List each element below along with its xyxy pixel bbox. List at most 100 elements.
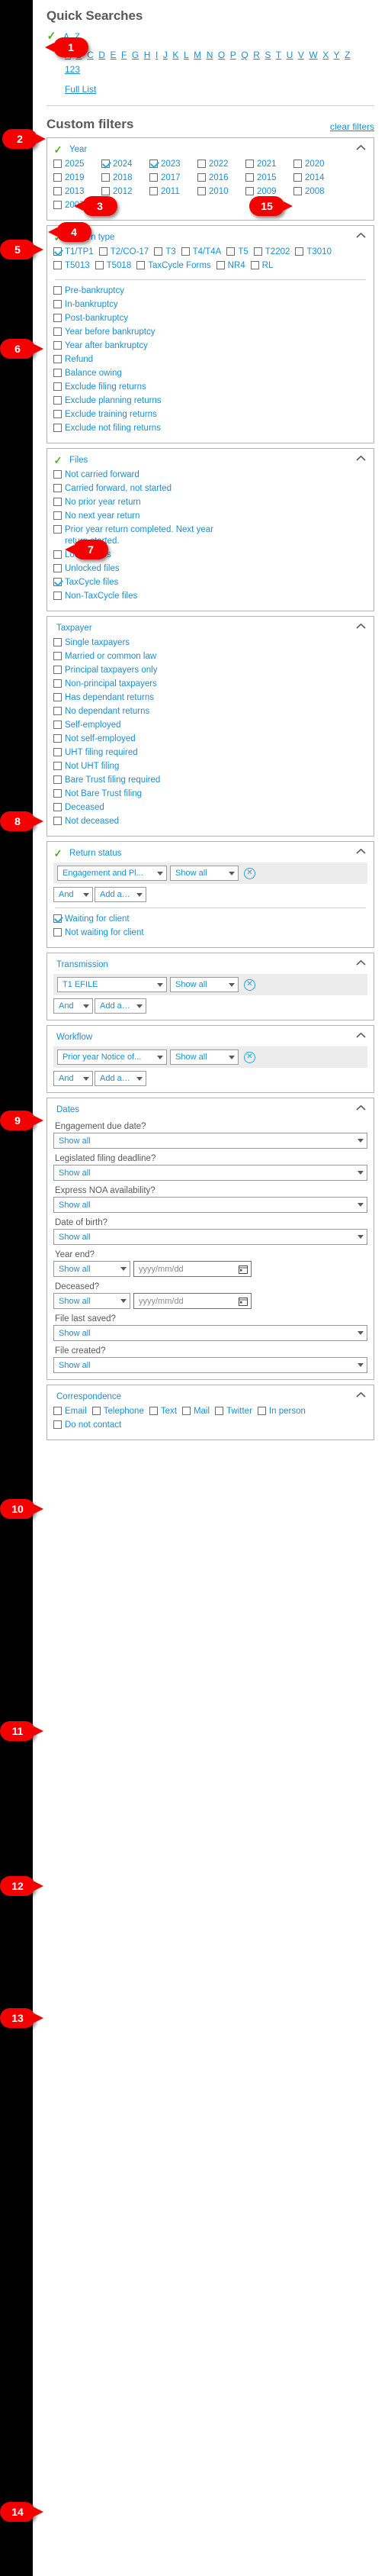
alphabet-link-a[interactable]: A [65,50,71,60]
return-flag-checkbox[interactable]: Exclude not filing returns [53,423,367,434]
return-flag-checkbox[interactable]: Post-bankruptcy [53,313,367,324]
alphabet-link-t[interactable]: T [276,50,281,60]
alphabet-link-123[interactable]: 123 [65,64,80,75]
group-header-correspondence[interactable]: Correspondence [53,1390,367,1404]
files-checkbox[interactable]: Unlocked files [53,563,367,575]
transmission-primary-select[interactable]: T1 EFILE [57,977,167,992]
year-checkbox[interactable]: 2015 [245,172,293,184]
transmission-add-another-select[interactable]: Add ano... [95,998,146,1014]
return-type-checkbox[interactable]: RL [250,260,273,272]
taxpayer-checkbox[interactable]: UHT filing required [53,747,367,759]
files-checkbox[interactable]: Prior year return completed. Next year r… [53,524,213,547]
date-range-select[interactable]: Show all [53,1229,367,1245]
date-range-select[interactable]: Show all [53,1357,367,1373]
alphabet-link-p[interactable]: P [230,50,236,60]
return-type-checkbox[interactable]: T3010 [295,247,332,258]
alphabet-link-n[interactable]: N [207,50,213,60]
alphabet-link-o[interactable]: O [218,50,225,60]
alphabet-link-x[interactable]: X [322,50,329,60]
remove-filter-icon[interactable]: ✕ [244,978,255,991]
remove-filter-icon[interactable]: ✕ [244,1051,255,1063]
date-input[interactable]: yyyy/mm/dd [133,1293,252,1309]
group-header-workflow[interactable]: Workflow [53,1030,367,1044]
correspondence-checkbox[interactable]: Telephone [91,1406,144,1417]
group-header-return-type[interactable]: ✓ Return type [53,231,367,244]
year-checkbox[interactable]: 2014 [293,172,342,184]
year-checkbox[interactable]: 2025 [53,159,101,170]
return-type-checkbox[interactable]: T2/CO-17 [98,247,149,258]
full-list-link[interactable]: Full List [65,84,96,95]
return-type-checkbox[interactable]: T1/TP1 [53,247,94,258]
return-status-primary-select[interactable]: Engagement and Pl... [57,866,167,881]
correspondence-checkbox[interactable]: In person [257,1406,306,1417]
alphabet-link-b[interactable]: B [76,50,82,60]
return-type-checkbox[interactable]: TaxCycle Forms [136,260,211,272]
taxpayer-checkbox[interactable]: Not deceased [53,816,367,827]
taxpayer-checkbox[interactable]: No dependant returns [53,706,367,717]
alphabet-link-h[interactable]: H [144,50,151,60]
return-flag-checkbox[interactable]: Year after bankruptcy [53,340,367,352]
year-checkbox[interactable]: 2016 [197,172,245,184]
alphabet-link-k[interactable]: K [172,50,178,60]
group-header-taxpayer[interactable]: Taxpayer [53,621,367,635]
correspondence-checkbox[interactable]: Mail [181,1406,210,1417]
taxpayer-checkbox[interactable]: Principal taxpayers only [53,665,367,676]
return-flag-checkbox[interactable]: Pre-bankruptcy [53,285,367,297]
alphabet-link-c[interactable]: C [87,50,94,60]
correspondence-checkbox[interactable]: Email [53,1406,87,1417]
taxpayer-checkbox[interactable]: Not Bare Trust filing [53,788,367,800]
taxpayer-checkbox[interactable]: Not UHT filing [53,761,367,772]
year-checkbox[interactable]: 2011 [149,186,197,198]
return-status-and-select[interactable]: And [53,887,93,902]
return-flag-checkbox[interactable]: Balance owing [53,368,367,379]
az-link[interactable]: A..Z [63,31,80,42]
correspondence-checkbox[interactable]: Twitter [215,1406,252,1417]
date-range-select[interactable]: Show all [53,1197,367,1213]
chevron-up-icon[interactable] [356,144,366,151]
taxpayer-checkbox[interactable]: Not self-employed [53,733,367,745]
alphabet-link-q[interactable]: Q [241,50,248,60]
return-flag-checkbox[interactable]: Exclude planning returns [53,395,367,407]
year-checkbox[interactable]: 2024 [101,159,149,170]
alphabet-link-l[interactable]: L [184,50,189,60]
return-type-checkbox[interactable]: NR4 [216,260,245,272]
return-type-checkbox[interactable]: T5 [226,247,249,258]
remove-filter-icon[interactable]: ✕ [244,867,255,879]
alphabet-link-j[interactable]: J [163,50,168,60]
date-range-select[interactable]: Show all [53,1325,367,1341]
alphabet-link-u[interactable]: U [287,50,293,60]
chevron-up-icon[interactable] [356,1032,366,1039]
return-flag-checkbox[interactable]: Year before bankruptcy [53,327,367,338]
date-range-select[interactable]: Show all [53,1293,130,1309]
alphabet-link-m[interactable]: M [194,50,201,60]
taxpayer-checkbox[interactable]: Self-employed [53,720,367,731]
year-checkbox[interactable]: 2020 [293,159,342,170]
alphabet-link-d[interactable]: D [98,50,105,60]
chevron-up-icon[interactable] [356,1391,366,1398]
correspondence-checkbox[interactable]: Do not contact [53,1420,121,1431]
return-type-checkbox[interactable]: T5013 [53,260,90,272]
year-checkbox[interactable]: 2017 [149,172,197,184]
correspondence-checkbox[interactable]: Text [149,1406,177,1417]
return-flag-checkbox[interactable]: Exclude training returns [53,409,367,421]
workflow-secondary-select[interactable]: Show all [170,1049,239,1065]
group-header-return-status[interactable]: ✓ Return status [53,846,367,860]
transmission-and-select[interactable]: And [53,998,93,1014]
date-range-select[interactable]: Show all [53,1261,130,1277]
calendar-icon[interactable] [239,1265,248,1274]
year-checkbox[interactable]: 2013 [53,186,101,198]
return-status-add-another-select[interactable]: Add ano... [95,887,146,902]
files-checkbox[interactable]: Non-TaxCycle files [53,591,367,602]
return-type-checkbox[interactable]: T2202 [253,247,290,258]
clear-filters-link[interactable]: clear filters [330,121,374,132]
group-header-dates[interactable]: Dates [53,1103,367,1117]
return-type-checkbox[interactable]: T3 [154,247,176,258]
return-status-secondary-select[interactable]: Show all [170,866,239,881]
alphabet-link-f[interactable]: F [121,50,127,60]
date-input[interactable]: yyyy/mm/dd [133,1261,252,1277]
taxpayer-checkbox[interactable]: Single taxpayers [53,637,367,649]
files-checkbox[interactable]: No next year return [53,511,367,522]
return-flag-checkbox[interactable]: In-bankruptcy [53,299,367,311]
year-checkbox[interactable]: 2022 [197,159,245,170]
alphabet-link-y[interactable]: Y [334,50,340,60]
